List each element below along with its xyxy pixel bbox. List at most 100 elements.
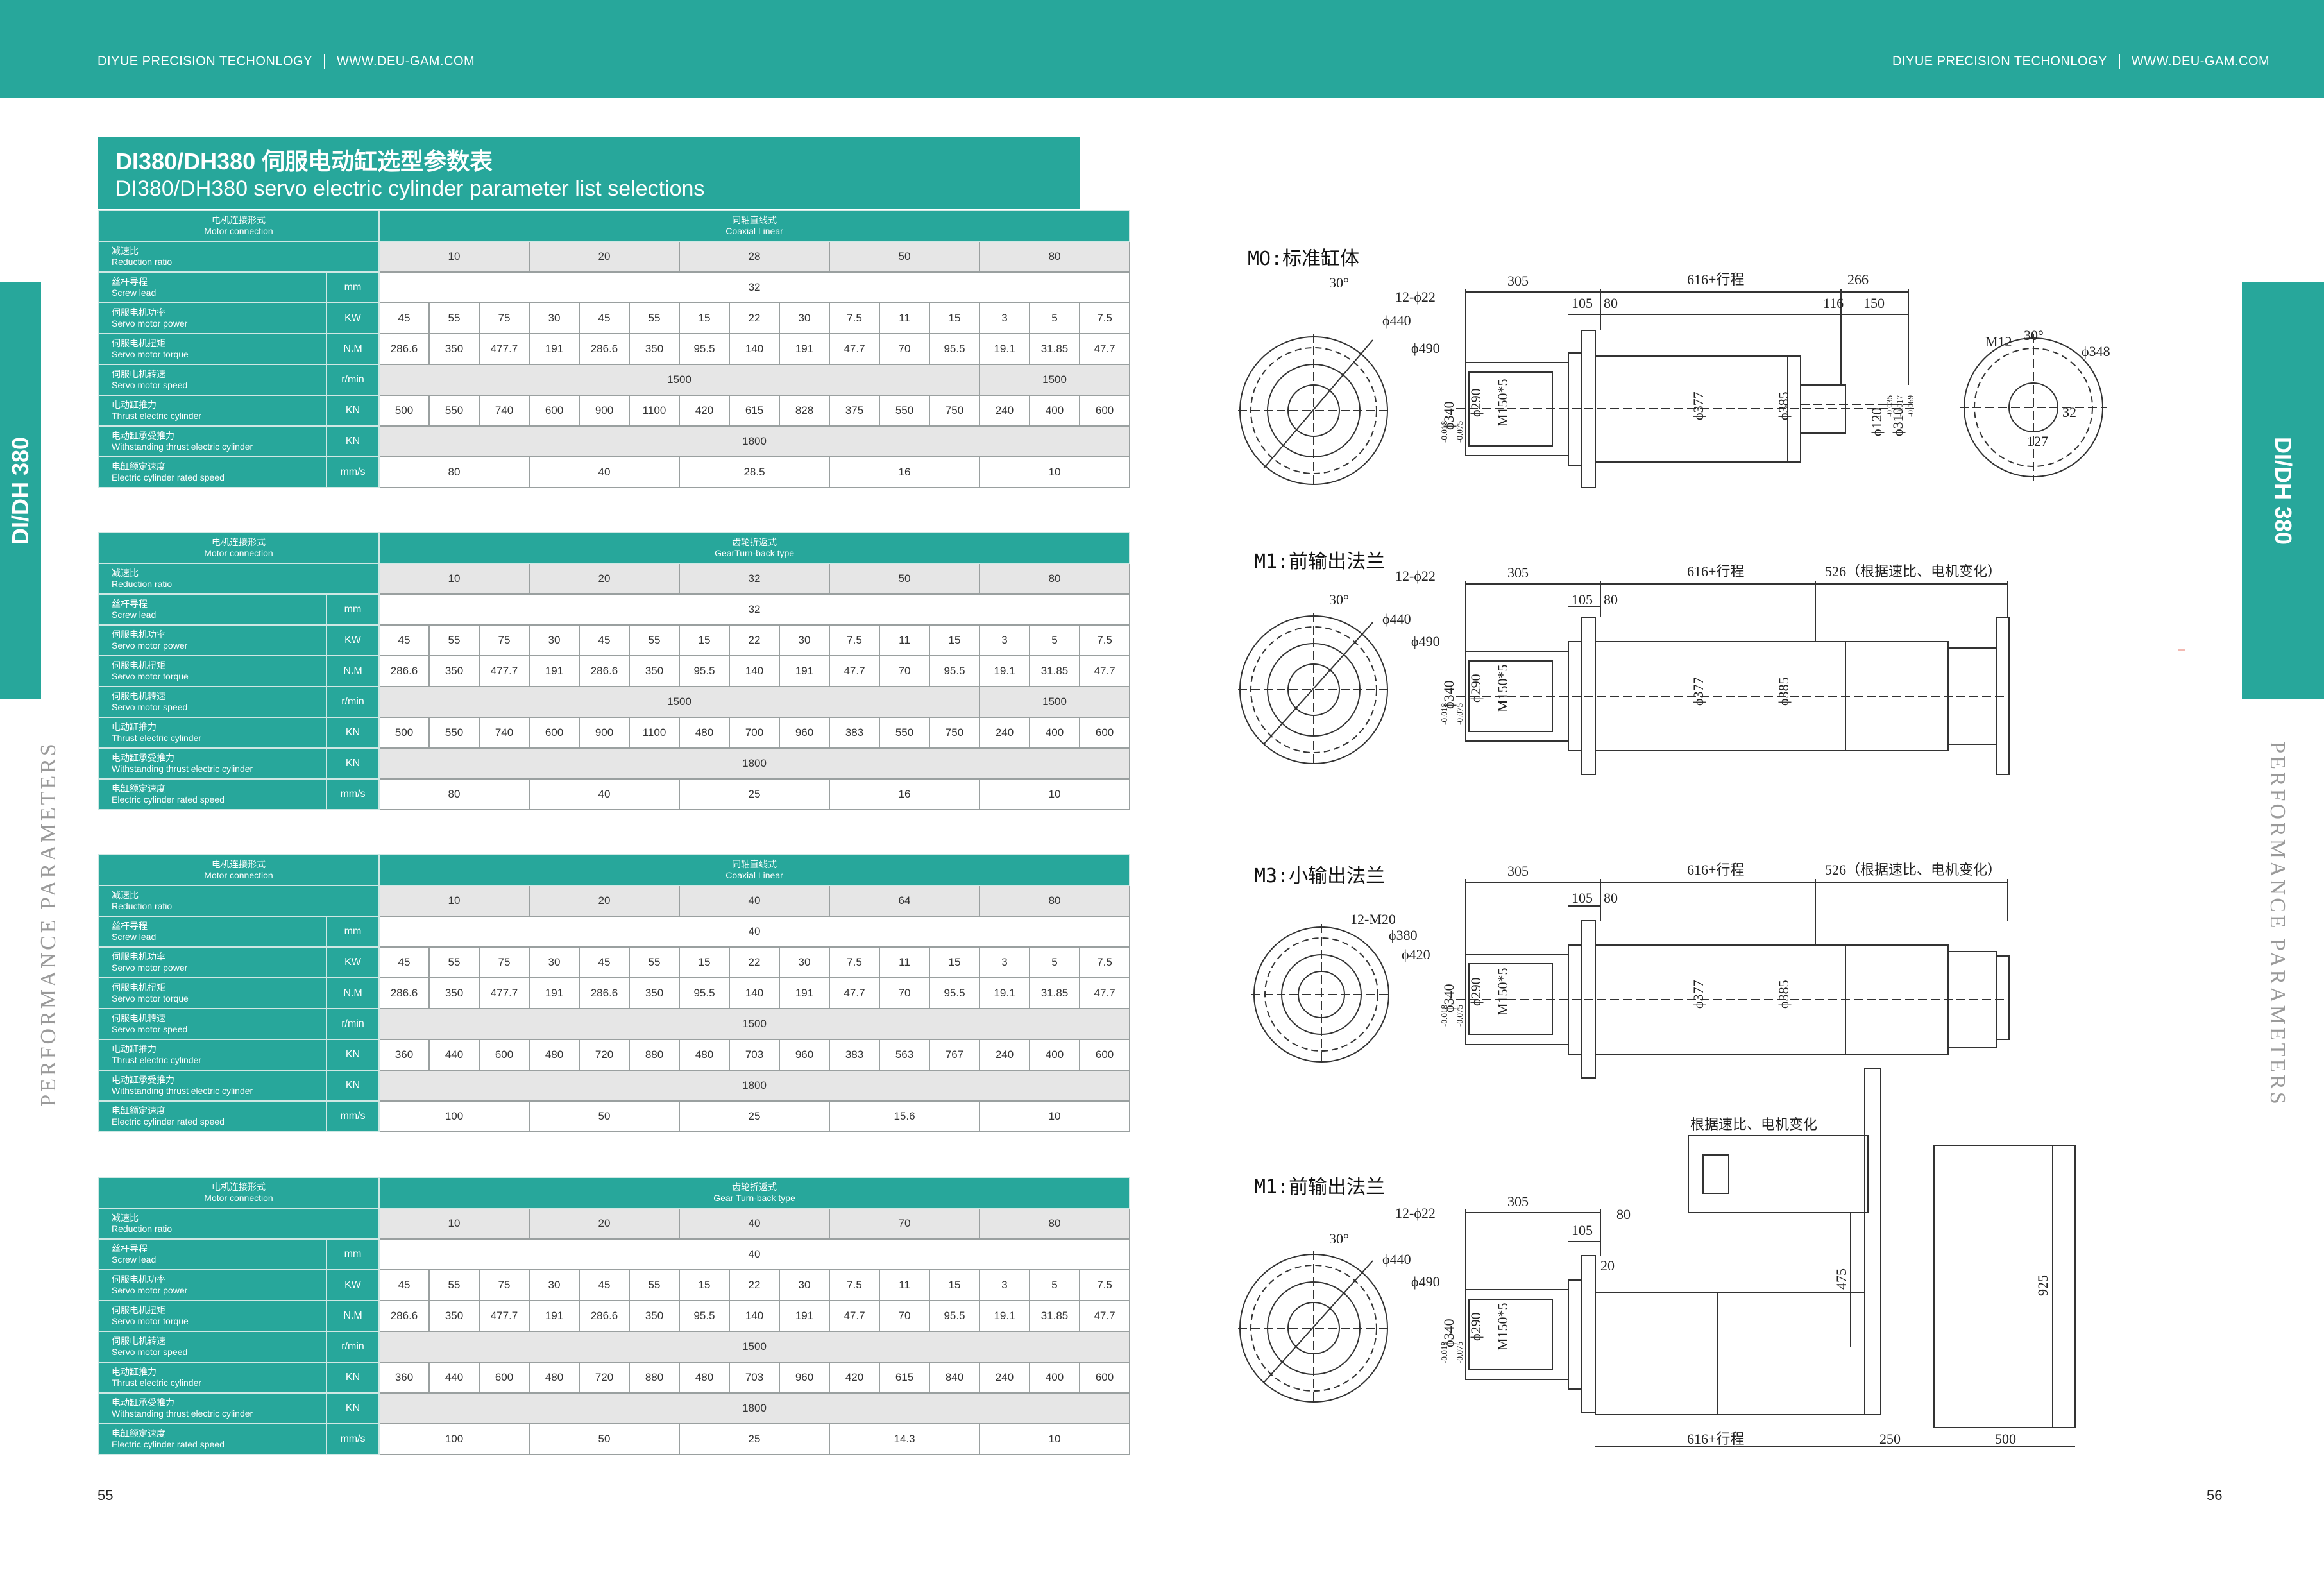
table-cell: 75 [479,302,530,334]
unit-speed: r/min [326,1331,380,1363]
table-cell: 10 [378,1208,530,1240]
spec-table-2: 电机连接形式 Motor connection 齿轮折返式 GearTurn-back… [98,532,1131,810]
label-en: Servo motor power [112,962,188,973]
row-label-conn: 电机连接形式 Motor connection [98,854,380,886]
table-cell: 40 [529,778,680,810]
table-row: 减速比 Reduction ratio 10 20 40 70 80 [98,1208,1131,1240]
dim-length: 250 [1879,1431,1901,1447]
dim-length: 105 [1572,295,1593,311]
table-cell: 10 [378,241,530,273]
table-cell: 600 [1078,395,1131,427]
dim-diameter: ϕ290 [1468,388,1484,417]
table-row: 电动缸推力 Thrust electric cylinder KN 500 550 740… [98,717,1131,749]
row-label-withstand: 电动缸承受推力 Withstanding thrust electric cyli… [98,1392,327,1424]
label-en: Electric cylinder rated speed [112,1116,225,1127]
table-cell: 11 [879,946,930,978]
table-cell: 440 [428,1362,480,1394]
dim-bolt-holes: 12-M20 [1350,911,1396,927]
table-cell: 360 [378,1039,430,1071]
table-cell: 50 [829,563,980,595]
label-cn: 伺服电机扭矩 [112,982,165,993]
table-cell: 15 [679,624,730,656]
table-cell: 30 [529,1269,580,1301]
table-cell: 615 [729,395,780,427]
performance-parameters-label: PERFORMANCE PARAMETERS [2266,741,2289,1107]
table-cell: 19.1 [979,977,1030,1009]
table-cell: 16 [829,456,980,488]
table-row: 电动缸承受推力 Withstanding thrust electric cyli… [98,425,1131,457]
dim-tolerance: -0.018 [1439,1005,1449,1027]
dim-diameter: ϕ385 [1776,391,1792,420]
dim-tolerance: -0.075 [1455,421,1464,443]
row-label-ratio: 减速比 Reduction ratio [98,563,380,595]
table-row: 丝杆导程 Screw lead mm 40 [98,1238,1131,1270]
table-cell: 55 [428,946,480,978]
table-cell: 350 [428,977,480,1009]
table-cell: 140 [729,333,780,365]
table-cell: 600 [529,717,580,749]
label-cn: 电动缸推力 [112,722,157,732]
table-cell: 45 [378,624,430,656]
performance-parameters-label: PERFORMANCE PARAMETERS [37,741,60,1107]
table-cell: 700 [729,717,780,749]
dim-length: 105 [1572,592,1593,608]
table-cell: 140 [729,1300,780,1332]
label-cn: 伺服电机扭矩 [112,338,165,348]
row-label-lead: 丝杆导程 Screw lead [98,271,327,303]
table-cell: 350 [629,333,680,365]
table-cell: 40 [679,1208,830,1240]
label-en: Reduction ratio [112,579,173,589]
top-banner [0,0,2324,98]
dim-length: 266 [1847,271,1869,287]
table-cell: 286.6 [579,333,630,365]
table-cell: 75 [479,946,530,978]
table-cell: 400 [1029,717,1080,749]
table-cell: 80 [378,456,530,488]
label-cn: 减速比 [112,568,139,578]
dim-bolt-holes: 12-ϕ22 [1395,568,1436,584]
table-row: 电动缸承受推力 Withstanding thrust electric cyli… [98,1070,1131,1102]
table-cell: 55 [629,946,680,978]
dim-length: 305 [1507,1193,1529,1209]
table-cell: 563 [879,1039,930,1071]
table-cell: 1500 [378,686,980,718]
dim-tolerance: -0.075 [1455,1005,1464,1027]
technical-drawings: 12-ϕ22 30° ϕ440 ϕ490 305 616+行程 266 105 … [1238,271,2110,1447]
unit-thrust: KN [326,1039,380,1071]
table-cell: 550 [428,395,480,427]
table-row: 电缸额定速度 Electric cylinder rated speed mm/s 8… [98,778,1131,810]
table-cell: 95.5 [679,655,730,687]
table-cell: 80 [978,241,1131,273]
dim-length: 80 [1604,592,1618,608]
website-url[interactable]: WWW.DEU-GAM.COM [337,54,475,68]
table-cell: 5 [1029,624,1080,656]
conn-en: Coaxial Linear [725,870,783,880]
table-cell: 191 [779,333,830,365]
table-cell: 19.1 [979,655,1030,687]
label-cn: 减速比 [112,1213,139,1223]
row-label-withstand: 电动缸承受推力 Withstanding thrust electric cyli… [98,425,327,457]
table-cell: 50 [829,241,980,273]
label-cn: 电动缸承受推力 [112,431,174,441]
table-cell: 22 [729,302,780,334]
label-en: Reduction ratio [112,901,173,911]
title-cn: DI380/DH380 伺服电动缸选型参数表 [115,148,493,175]
table-cell: 15 [929,1269,980,1301]
label-en: Screw lead [112,1254,157,1265]
row-label-thrust: 电动缸推力 Thrust electric cylinder [98,1039,327,1071]
table-cell: 55 [629,1269,680,1301]
unit-withstand: KN [326,1070,380,1102]
table-cell: 703 [729,1039,780,1071]
table-cell: 7.5 [829,1269,880,1301]
table-cell: 47.7 [829,1300,880,1332]
website-url[interactable]: WWW.DEU-GAM.COM [2132,54,2269,68]
table-cell: 740 [479,395,530,427]
table-cell: 500 [378,395,430,427]
conn-cn: 同轴直线式 [732,215,777,225]
table-cell: 900 [579,717,630,749]
table-row: 伺服电机扭矩 Servo motor torque N.M 286.6 350 477.7… [98,1300,1131,1332]
table-row: 伺服电机转速 Servo motor speed r/min 1500 1500 [98,686,1131,718]
dim-diameter: ϕ377 [1690,980,1706,1009]
table-cell: 20 [529,1208,680,1240]
label-en: Servo motor speed [112,1347,188,1357]
